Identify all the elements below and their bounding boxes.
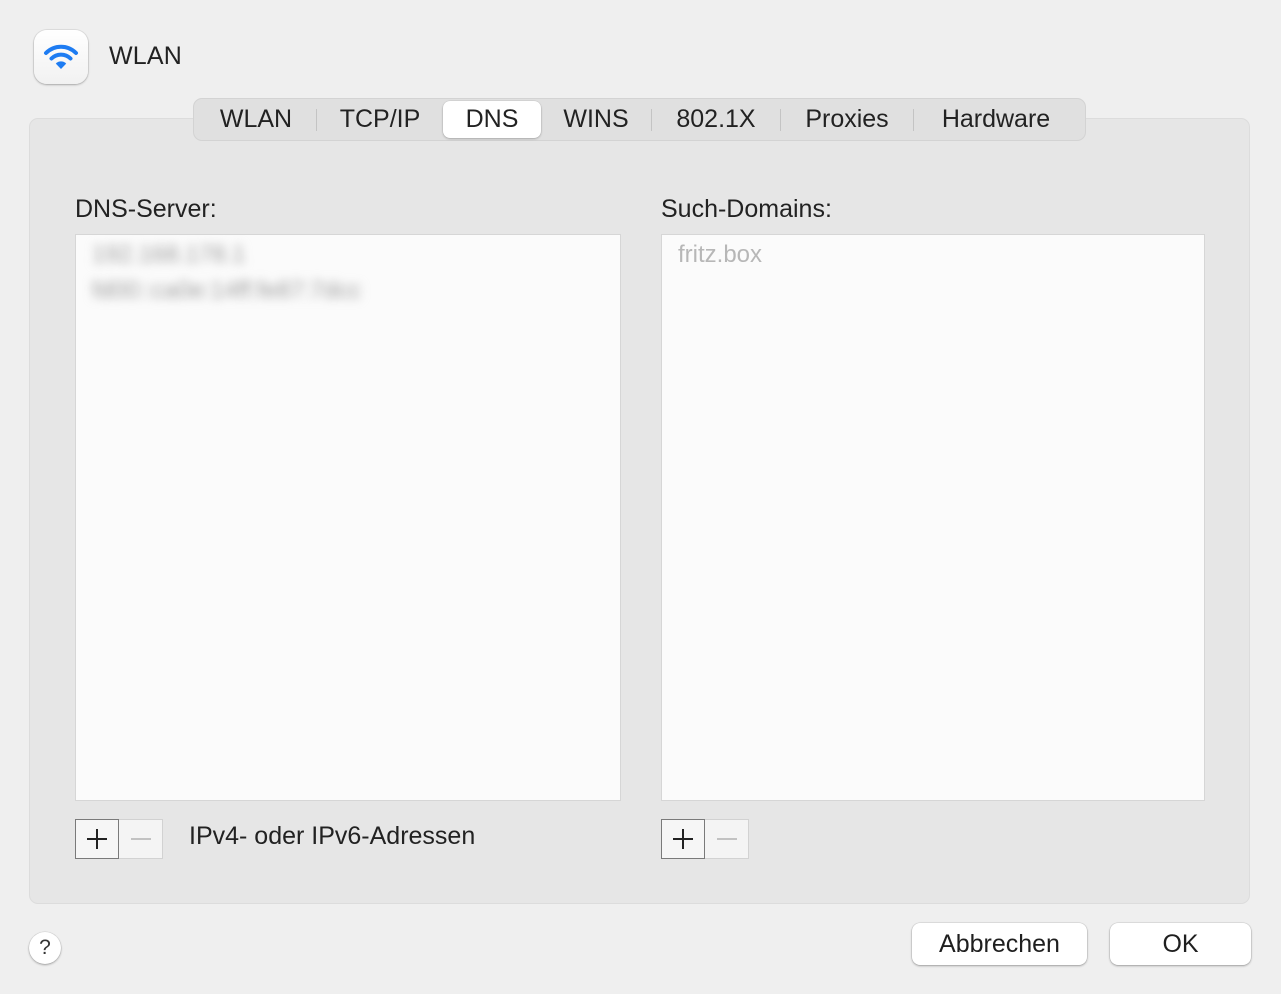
plus-icon <box>673 829 693 849</box>
dns-server-item[interactable]: fd00::ca0e:14ff:fe87:7dcc <box>76 273 620 309</box>
window-title: WLAN <box>109 42 183 70</box>
tab-proxies[interactable]: Proxies <box>781 101 913 138</box>
tab-8021x[interactable]: 802.1X <box>652 101 780 138</box>
remove-dns-server-button[interactable] <box>119 819 163 859</box>
network-settings-window: WLAN WLAN TCP/IP DNS WINS 802.1X Proxies… <box>0 0 1281 994</box>
wifi-icon <box>34 30 88 84</box>
search-domain-item[interactable]: fritz.box <box>662 237 1204 273</box>
tab-tcpip[interactable]: TCP/IP <box>317 101 443 138</box>
tab-wins[interactable]: WINS <box>541 101 651 138</box>
ok-button[interactable]: OK <box>1110 923 1251 965</box>
dns-server-item[interactable]: 192.168.178.1 <box>76 237 620 273</box>
search-domains-label: Such-Domains: <box>661 195 832 223</box>
tab-dns[interactable]: DNS <box>443 101 541 138</box>
tab-hardware[interactable]: Hardware <box>914 101 1078 138</box>
cancel-button[interactable]: Abbrechen <box>912 923 1087 965</box>
remove-search-domain-button[interactable] <box>705 819 749 859</box>
dns-server-list[interactable]: 192.168.178.1 fd00::ca0e:14ff:fe87:7dcc <box>75 234 621 801</box>
tab-wlan[interactable]: WLAN <box>196 101 316 138</box>
add-search-domain-button[interactable] <box>661 819 705 859</box>
dns-server-controls <box>75 819 163 859</box>
tab-bar: WLAN TCP/IP DNS WINS 802.1X Proxies Hard… <box>193 98 1086 141</box>
add-dns-server-button[interactable] <box>75 819 119 859</box>
search-domains-list[interactable]: fritz.box <box>661 234 1205 801</box>
minus-icon <box>130 838 151 840</box>
dns-server-label: DNS-Server: <box>75 195 217 223</box>
help-button[interactable]: ? <box>29 932 61 964</box>
dns-hint-text: IPv4- oder IPv6-Adressen <box>189 822 476 850</box>
minus-icon <box>716 838 737 840</box>
search-domain-controls <box>661 819 749 859</box>
plus-icon <box>87 829 107 849</box>
